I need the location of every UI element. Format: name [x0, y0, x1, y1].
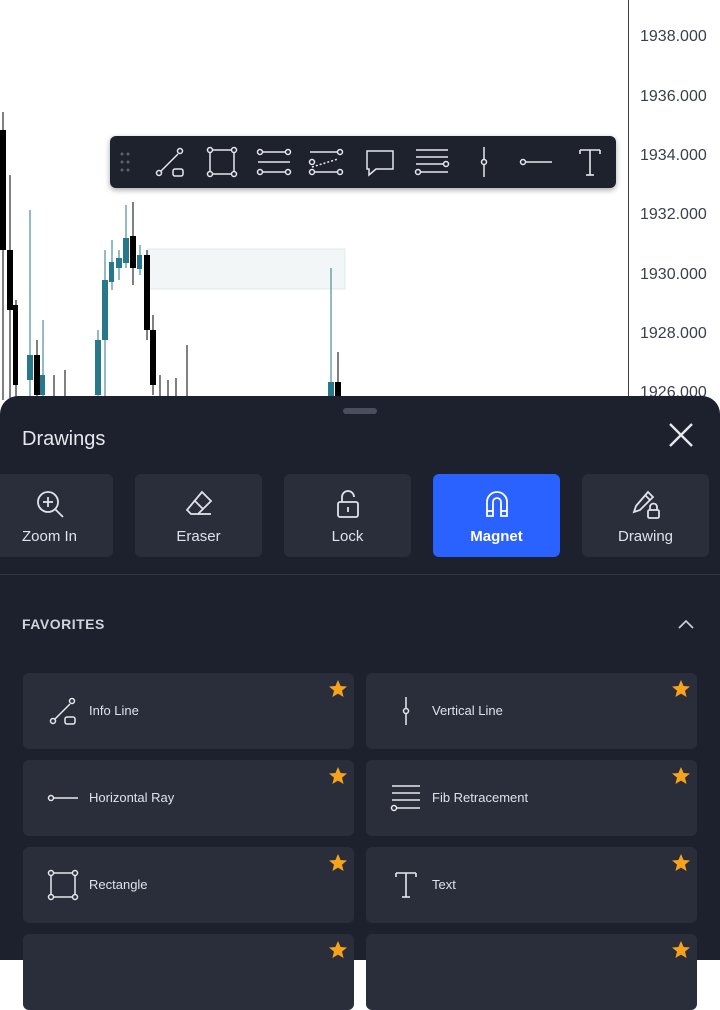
favorite-label: Text — [432, 877, 456, 892]
lock-button[interactable]: Lock — [284, 474, 411, 557]
text-icon[interactable] — [572, 144, 608, 180]
star-icon[interactable] — [328, 679, 348, 699]
info-line-icon — [49, 697, 76, 725]
drawn-rectangle[interactable] — [147, 248, 346, 290]
sheet-drag-handle[interactable] — [343, 408, 377, 414]
vertical-line-icon — [402, 697, 410, 725]
favorite-item-partial[interactable] — [366, 934, 697, 1010]
favorite-label: Rectangle — [89, 877, 148, 892]
price-axis-label: 1928.000 — [640, 325, 707, 342]
zoom-in-button[interactable]: Zoom In — [0, 474, 113, 557]
price-axis-label: 1934.000 — [640, 147, 707, 164]
eraser-button[interactable]: Eraser — [135, 474, 262, 557]
floating-drawing-toolbar — [110, 136, 616, 188]
star-icon[interactable] — [671, 940, 691, 960]
sheet-title: Drawings — [22, 428, 106, 450]
favorite-item-partial[interactable] — [23, 934, 354, 1010]
star-icon[interactable] — [671, 853, 691, 873]
price-axis-label: 1932.000 — [640, 206, 707, 223]
favorite-vertical-line[interactable]: Vertical Line — [366, 673, 697, 749]
rectangle-icon — [47, 869, 79, 901]
favorite-label: Fib Retracement — [432, 790, 529, 805]
eraser-icon — [185, 490, 212, 515]
zoom-in-icon — [36, 491, 64, 518]
favorite-info-line[interactable]: Info Line — [23, 673, 354, 749]
magnet-icon — [485, 491, 508, 517]
vertical-line-icon[interactable] — [466, 144, 502, 180]
close-button[interactable] — [664, 418, 698, 452]
star-icon[interactable] — [328, 940, 348, 960]
lock-drawing-icon — [632, 490, 660, 519]
magnet-button[interactable]: Magnet — [433, 474, 560, 557]
favorite-label: Vertical Line — [432, 703, 503, 718]
favorite-horizontal-ray[interactable]: Horizontal Ray — [23, 760, 354, 836]
star-icon[interactable] — [671, 679, 691, 699]
fib-retracement-icon[interactable] — [414, 144, 450, 180]
favorite-label: Horizontal Ray — [89, 790, 175, 805]
fib-retracement-icon — [390, 785, 420, 812]
drag-handle-icon[interactable] — [120, 152, 130, 172]
star-icon[interactable] — [328, 766, 348, 786]
trend-line-icon[interactable] — [152, 144, 188, 180]
drawing-modes: Zoom In Eraser Lock Magnet Drawing — [0, 474, 720, 558]
price-axis-label: 1938.000 — [640, 28, 707, 45]
price-chart[interactable] — [0, 0, 720, 400]
parallel-channel-icon[interactable] — [256, 144, 292, 180]
mode-label: Eraser — [176, 528, 221, 545]
rectangle-icon[interactable] — [204, 144, 240, 180]
price-axis-label: 1936.000 — [640, 88, 707, 105]
favorites-section-title: FAVORITES — [22, 616, 105, 632]
mode-label: Lock — [331, 528, 364, 545]
favorite-text[interactable]: Text — [366, 847, 697, 923]
favorite-label: Info Line — [89, 703, 139, 718]
mode-label: Magnet — [470, 528, 523, 545]
regression-channel-icon[interactable] — [308, 144, 344, 180]
mode-label: Zoom In — [21, 528, 78, 545]
collapse-favorites-button[interactable] — [674, 614, 698, 634]
price-axis-label: 1930.000 — [640, 266, 707, 283]
lock-icon — [336, 490, 359, 518]
lock-drawing-button[interactable]: Drawing — [582, 474, 709, 557]
horizontal-ray-icon[interactable] — [518, 144, 554, 180]
text-icon — [395, 872, 417, 898]
callout-icon[interactable] — [362, 144, 398, 180]
close-icon — [669, 423, 693, 447]
star-icon[interactable] — [671, 766, 691, 786]
mode-label: Drawing — [617, 528, 674, 545]
horizontal-ray-icon — [47, 794, 78, 802]
favorite-rectangle[interactable]: Rectangle — [23, 847, 354, 923]
divider — [0, 574, 720, 575]
chevron-up-icon — [678, 619, 694, 629]
drawings-sheet: Drawings Zoom In Eraser Lock Magnet Draw… — [0, 396, 720, 1010]
star-icon[interactable] — [328, 853, 348, 873]
favorite-fib-retracement[interactable]: Fib Retracement — [366, 760, 697, 836]
